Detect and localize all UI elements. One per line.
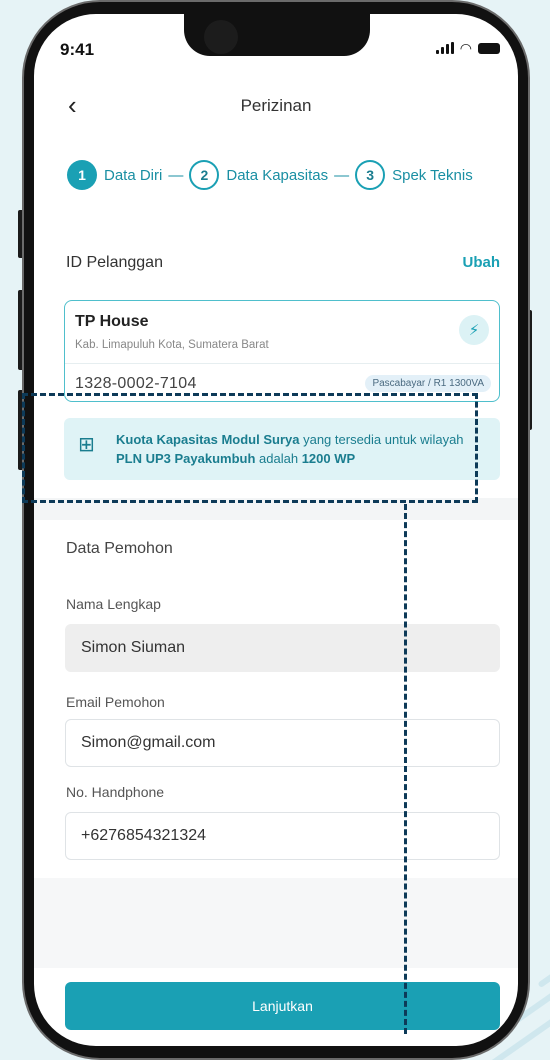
step-1-circle: 1 [67,160,97,190]
edit-customer-link[interactable]: Ubah [463,254,501,271]
customer-location: Kab. Limapuluh Kota, Sumatera Barat [75,339,269,351]
stepper: 1 Data Diri — 2 Data Kapasitas — 3 Spek … [67,160,479,190]
step-separator: — [334,166,350,184]
customer-name: TP House [75,313,149,330]
status-icons: ◠ [435,40,500,56]
step-1-label: Data Diri [104,166,163,184]
camera-icon [204,20,238,54]
notch [184,14,370,56]
customer-id: 1328-0002-7104 [75,375,197,392]
signal-icon [435,42,454,54]
wifi-icon: ◠ [459,40,472,56]
email-field[interactable]: Simon@gmail.com [65,719,500,767]
full-name-label: Nama Lengkap [66,596,161,612]
battery-icon [478,42,500,54]
divider [65,363,499,364]
background-decor [537,925,550,989]
page-title: Perizinan [240,96,312,115]
app-screen: 9:41 ◠ ‹ Perizinan 1 Data Diri — 2 Data … [34,14,518,1046]
customer-id-heading: ID Pelanggan [66,254,163,271]
step-2-circle: 2 [189,160,220,190]
phone-field[interactable]: +6276854321324 [65,812,500,860]
phone-label: No. Handphone [66,784,165,800]
app-header: ‹ Perizinan [34,90,518,130]
status-time: 9:41 [60,40,95,59]
tariff-badge: Pascabayar / R1 1300VA [365,375,491,392]
annotation-connector-line [404,504,407,1034]
customer-card: TP House Kab. Limapuluh Kota, Sumatera B… [64,300,500,402]
continue-button[interactable]: Lanjutkan [65,982,500,1030]
annotation-highlight-box [22,393,478,503]
email-label: Email Pemohon [66,694,165,710]
full-name-field: Simon Siuman [65,624,500,672]
applicant-section-title: Data Pemohon [66,540,173,557]
step-3-circle: 3 [355,160,386,190]
step-2-label: Data Kapasitas [226,166,329,184]
step-separator: — [168,166,184,184]
pln-logo-icon: ⚡ [459,315,489,345]
step-3-label: Spek Teknis [392,166,473,184]
section-separator [34,878,518,968]
